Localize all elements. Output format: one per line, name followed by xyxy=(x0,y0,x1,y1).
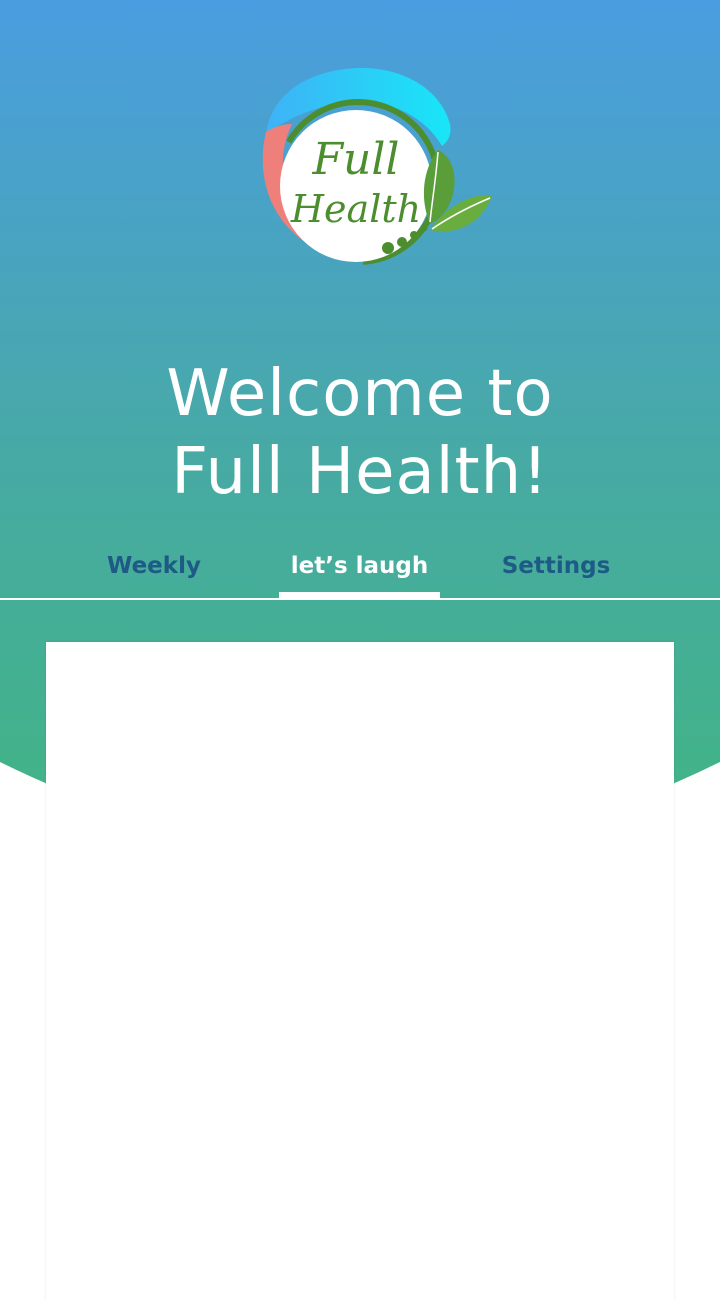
welcome-title-line2: Full Health! xyxy=(171,434,549,509)
content-card xyxy=(46,642,674,1302)
tab-lets-laugh[interactable]: let’s laugh xyxy=(279,536,440,596)
welcome-title: Welcome to Full Health! xyxy=(0,355,720,511)
tab-bar: Weekly let’s laugh Settings xyxy=(0,536,720,600)
svg-text:Full: Full xyxy=(311,134,399,185)
tab-weekly[interactable]: Weekly xyxy=(56,536,252,596)
tab-divider xyxy=(0,598,720,600)
welcome-title-line1: Welcome to xyxy=(166,356,554,431)
svg-text:Health: Health xyxy=(290,187,421,231)
tab-settings[interactable]: Settings xyxy=(458,536,654,596)
logo-icon: Full Health xyxy=(262,68,492,265)
full-health-logo: Full Health xyxy=(252,62,496,272)
